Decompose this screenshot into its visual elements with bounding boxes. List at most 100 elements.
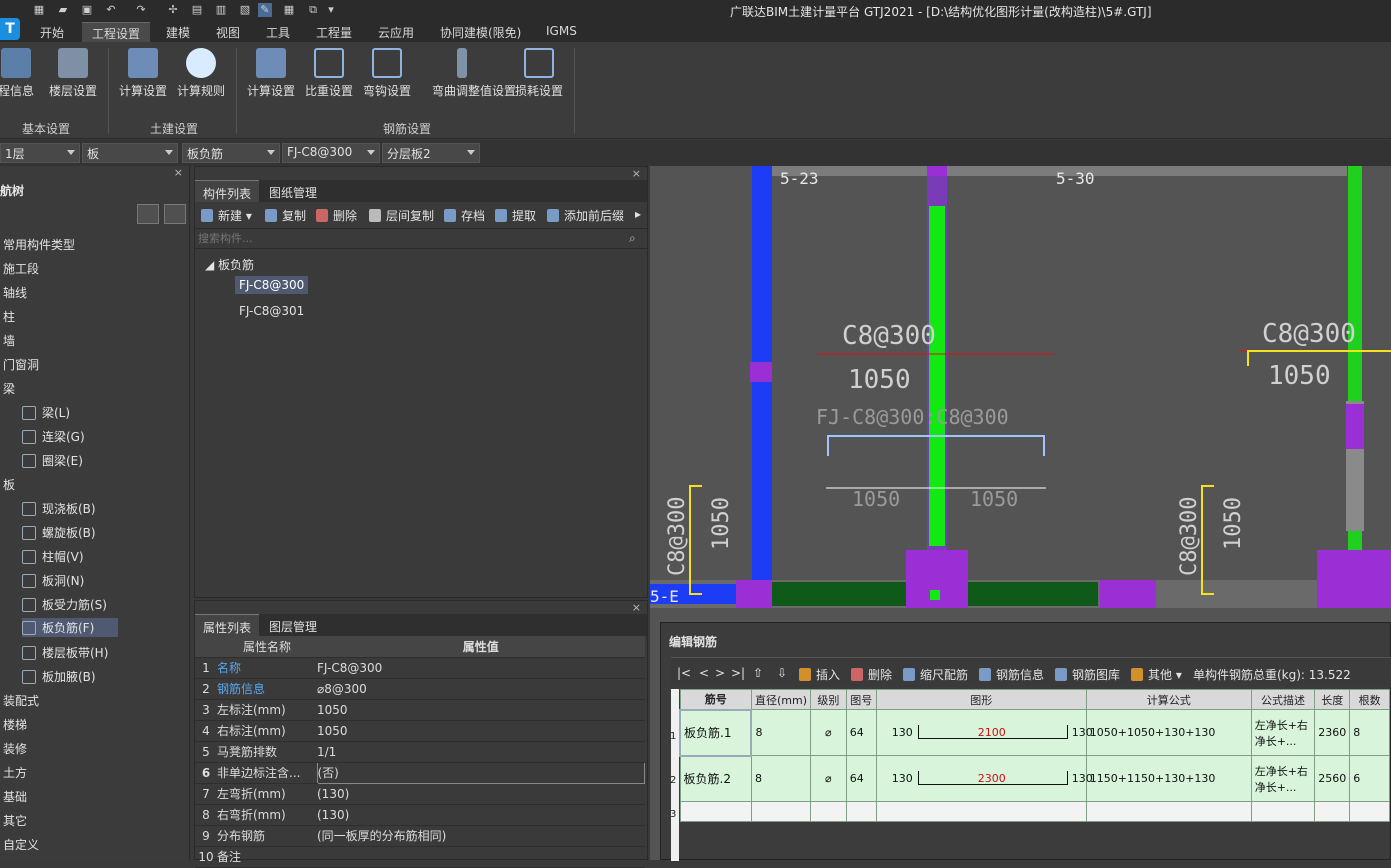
rebar-shape[interactable]: 130 2100 130	[875, 709, 1093, 756]
close-icon[interactable]: ×	[174, 166, 183, 179]
rebar-grade[interactable]: ⌀	[809, 755, 847, 802]
nav-beam-l[interactable]: 梁(L)	[22, 404, 70, 421]
component-item[interactable]: FJ-C8@300	[235, 276, 309, 294]
extract-button[interactable]: 提取	[495, 207, 536, 224]
hatch-icon[interactable]: ▦	[282, 3, 296, 17]
property-value[interactable]: FJ-C8@300	[317, 657, 645, 679]
rebar-row-empty[interactable]	[679, 801, 1390, 822]
layer-icon[interactable]: ▤	[190, 3, 204, 17]
nav-prefab[interactable]: 装配式	[3, 692, 39, 709]
rebar-calc-settings-button[interactable]: 计算设置	[241, 48, 301, 99]
scale-rebar-button[interactable]: 缩尺配筋	[903, 666, 968, 683]
menu-cloud[interactable]: 云应用	[378, 24, 414, 41]
undo-icon[interactable]: ↶	[104, 3, 118, 17]
rebar-diameter[interactable]: 8	[750, 709, 811, 756]
new-button[interactable]: 新建 ▾	[201, 207, 252, 224]
property-row[interactable]: 2 钢筋信息 ⌀8@300	[195, 678, 645, 700]
menu-collab[interactable]: 协同建模(限免)	[440, 24, 521, 41]
empty-cell[interactable]	[1250, 801, 1316, 822]
drawing-icon[interactable]: ▧	[238, 3, 252, 17]
menu-start[interactable]: 开始	[40, 24, 64, 41]
nav-column[interactable]: 柱	[3, 308, 15, 325]
rebar-formula[interactable]: 1150+1150+130+130	[1085, 755, 1252, 802]
property-row[interactable]: 1 名称 FJ-C8@300	[195, 657, 645, 679]
component-select[interactable]: FJ-C8@300	[282, 143, 380, 163]
nav-stairs[interactable]: 楼梯	[3, 716, 27, 733]
nav-wall[interactable]: 墙	[3, 332, 15, 349]
nav-doors-windows[interactable]: 门窗洞	[3, 356, 39, 373]
rebar-name[interactable]: 板负筋.2	[679, 755, 752, 802]
nav-foundation[interactable]: 基础	[3, 788, 27, 805]
property-row[interactable]: 5 马凳筋排数 1/1	[195, 741, 645, 763]
insert-button[interactable]: 插入	[799, 666, 840, 683]
open-icon[interactable]: ▰	[56, 3, 70, 17]
list-view-icon[interactable]	[137, 204, 159, 224]
grid-icon[interactable]: ✢	[166, 3, 180, 17]
nav-slab[interactable]: 板	[3, 476, 15, 493]
nav-slab-negative-rebar[interactable]: 板负筋(F)	[22, 618, 119, 637]
property-value[interactable]: 1050	[317, 720, 645, 742]
property-row[interactable]: 7 左弯折(mm) (130)	[195, 783, 645, 805]
property-row[interactable]: 6 非单边标注含... (否)	[195, 761, 645, 784]
property-value[interactable]: (130)	[317, 804, 645, 826]
nav-slab-main-rebar[interactable]: 板受力筋(S)	[22, 596, 107, 613]
empty-cell[interactable]	[1085, 801, 1252, 822]
nav-link-beam[interactable]: 连梁(G)	[22, 428, 85, 445]
edit-icon[interactable]: ✎	[258, 3, 272, 17]
archive-button[interactable]: 存档	[444, 207, 485, 224]
civil-calc-settings-button[interactable]: 计算设置	[113, 48, 173, 99]
property-value[interactable]: (130)	[317, 783, 645, 805]
menu-modeling[interactable]: 建模	[166, 24, 190, 41]
next-record-icon[interactable]: >	[715, 666, 725, 680]
nav-spiral-slab[interactable]: 螺旋板(B)	[22, 524, 96, 541]
property-row[interactable]: 10 备注	[195, 846, 645, 868]
nav-construction-section[interactable]: 施工段	[3, 260, 39, 277]
move-down-icon[interactable]: ⇩	[777, 666, 787, 680]
tab-property-list[interactable]: 属性列表	[195, 614, 260, 636]
rebar-count[interactable]: 8	[1349, 709, 1390, 756]
search-icon[interactable]: ⌕	[629, 231, 636, 246]
nav-slab-haunch[interactable]: 板加腋(B)	[22, 668, 96, 685]
layer-select[interactable]: 分层板2	[382, 143, 480, 163]
rebar-formula-desc[interactable]: 左净长+右净长+...	[1250, 755, 1316, 802]
first-record-icon[interactable]: |<	[677, 666, 691, 680]
property-value[interactable]: ⌀8@300	[317, 678, 645, 700]
rebar-length[interactable]: 2360	[1314, 709, 1351, 756]
redo-icon[interactable]: ↷	[134, 3, 148, 17]
property-row[interactable]: 3 左标注(mm) 1050	[195, 699, 645, 721]
property-value[interactable]: (同一板厚的分布筋相同)	[317, 825, 645, 847]
nav-common-types[interactable]: 常用构件类型	[3, 236, 75, 253]
rebar-figure-no[interactable]: 64	[845, 709, 877, 756]
calc-rules-button[interactable]: 计算规则	[171, 48, 231, 99]
property-row[interactable]: 8 右弯折(mm) (130)	[195, 804, 645, 826]
rebar-length[interactable]: 2560	[1314, 755, 1351, 802]
nav-custom[interactable]: 自定义	[3, 836, 39, 853]
density-settings-button[interactable]: 比重设置	[299, 48, 359, 99]
floor-copy-button[interactable]: 层间复制	[369, 207, 434, 224]
nav-other[interactable]: 其它	[3, 812, 27, 829]
rebar-shape[interactable]: 130 2300 130	[875, 755, 1093, 802]
nav-floor-slab-strip[interactable]: 楼层板带(H)	[22, 644, 108, 661]
empty-cell[interactable]	[1314, 801, 1351, 822]
loss-settings-button[interactable]: 损耗设置	[509, 48, 569, 99]
empty-cell[interactable]	[809, 801, 847, 822]
rebar-figure-no[interactable]: 64	[845, 755, 877, 802]
tab-layer-management[interactable]: 图层管理	[261, 614, 325, 636]
nav-beam[interactable]: 梁	[3, 380, 15, 397]
app-logo[interactable]: T	[0, 18, 20, 40]
rebar-formula[interactable]: 1050+1050+130+130	[1085, 709, 1252, 756]
floor-settings-button[interactable]: 楼层设置	[43, 48, 103, 99]
property-row[interactable]: 4 右标注(mm) 1050	[195, 720, 645, 742]
customize-icon[interactable]: ▾	[324, 3, 338, 17]
component-item[interactable]: FJ-C8@301	[239, 304, 304, 318]
project-info-button[interactable]: 程信息	[0, 48, 46, 99]
property-value[interactable]: 1050	[317, 699, 645, 721]
move-up-icon[interactable]: ⇧	[753, 666, 763, 680]
menu-project-settings[interactable]: 工程设置	[82, 22, 151, 42]
component-search-input[interactable]	[195, 229, 647, 249]
nav-axis[interactable]: 轴线	[3, 284, 27, 301]
menu-tools[interactable]: 工具	[266, 24, 290, 41]
delete-button[interactable]: 删除	[316, 207, 357, 224]
property-value[interactable]: (否)	[316, 761, 645, 784]
add-affix-button[interactable]: 添加前后缀	[547, 207, 624, 224]
